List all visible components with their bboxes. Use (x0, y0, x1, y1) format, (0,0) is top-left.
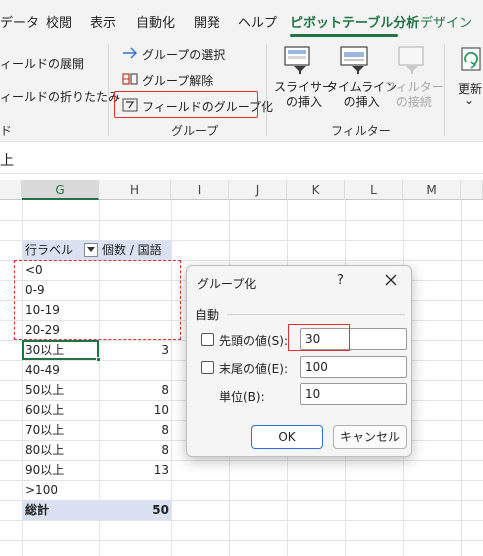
tab-review[interactable]: 校閲 (46, 12, 72, 31)
pivot-row-value[interactable]: 10 (99, 400, 169, 420)
ending-at-checkbox[interactable] (201, 361, 214, 374)
pivot-row-label[interactable]: 40-49 (25, 360, 60, 380)
pivot-row-label-header: 行ラベル (25, 243, 74, 257)
dialog-title: グループ化 (197, 277, 257, 291)
pivot-row-label[interactable]: 50以上 (25, 380, 64, 400)
arrow-right-icon (122, 46, 138, 63)
gridline (171, 200, 172, 556)
active-tab-indicator (290, 34, 398, 37)
gridline (0, 220, 483, 221)
gridline (461, 200, 462, 556)
tab-help[interactable]: ヘルプ (238, 12, 277, 31)
starting-at-highlight (288, 324, 350, 351)
ok-button[interactable]: OK (251, 425, 323, 449)
column-header-h[interactable]: H (99, 180, 171, 200)
ribbon-separator (444, 44, 445, 136)
column-header-m[interactable]: M (403, 180, 461, 200)
cancel-button[interactable]: キャンセル (333, 425, 407, 449)
pivot-total-value: 50 (152, 503, 169, 517)
column-header-i[interactable]: I (171, 180, 229, 200)
pivot-row-value[interactable]: 13 (99, 460, 169, 480)
column-header-k[interactable]: K (287, 180, 345, 200)
active-field-group-label: ド (0, 124, 13, 138)
pivot-row-value[interactable]: 8 (99, 380, 169, 400)
selected-range-marquee (14, 260, 181, 340)
by-label: 単位(B): (219, 390, 265, 404)
help-button[interactable]: ? (337, 273, 344, 288)
refresh-dropdown-arrow[interactable]: ⌄ (464, 93, 474, 107)
collapse-field-button[interactable]: ィールドの折りたたみ (0, 88, 120, 105)
pivot-value-header: 個数 / 国語 (102, 243, 162, 257)
active-cell-cursor[interactable] (22, 340, 99, 360)
gridline (0, 480, 483, 481)
column-header-l[interactable]: L (345, 180, 403, 200)
pivot-row-label[interactable]: 90以上 (25, 460, 64, 480)
section-divider (227, 314, 405, 315)
gridline (0, 520, 483, 521)
gridline (0, 460, 483, 461)
formula-bar-text: 上 (0, 153, 14, 169)
formula-bar[interactable] (0, 146, 483, 174)
ending-at-input[interactable]: 100 (300, 356, 407, 378)
ribbon-separator (266, 44, 267, 136)
tab-view[interactable]: 表示 (90, 12, 116, 31)
tab-design[interactable]: デザイン (420, 12, 472, 31)
pivot-row-value[interactable]: 8 (99, 420, 169, 440)
tab-developer[interactable]: 開発 (194, 12, 220, 31)
tab-data[interactable]: データ (0, 12, 39, 31)
insert-slicer-button[interactable]: スライサー の挿入 (274, 80, 334, 110)
column-header-g[interactable]: G (22, 180, 99, 200)
refresh-icon (458, 46, 482, 77)
grouping-dialog: グループ化 ? 自動 先頭の値(S): 30 末尾の値(E): 100 単位(B… (186, 265, 412, 457)
gridline (0, 540, 483, 541)
filter-connections-button[interactable]: フィルター の接続 (384, 80, 444, 110)
starting-at-label: 先頭の値(S): (219, 334, 289, 348)
ungroup-button[interactable]: グループ解除 (142, 72, 213, 89)
column-header-partial (461, 180, 483, 200)
pivot-row-value[interactable]: 8 (99, 440, 169, 460)
timeline-icon (340, 46, 368, 77)
chevron-down-icon (87, 247, 95, 252)
pivot-row-label[interactable]: >100 (25, 480, 58, 500)
pivot-row-label[interactable]: 80以上 (25, 440, 64, 460)
column-header-partial (0, 180, 22, 200)
group-section-label: グループ (171, 124, 219, 138)
close-icon (385, 274, 397, 286)
group-field-highlight (114, 91, 258, 118)
ungroup-icon (122, 72, 138, 89)
filter-connections-icon (398, 46, 424, 77)
filter-section-label: フィルター (331, 124, 391, 138)
slicer-icon (284, 46, 310, 77)
tab-pivottable-analyze[interactable]: ピボットテーブル分析 (290, 12, 419, 31)
expand-field-button[interactable]: ィールドの展開 (0, 55, 84, 72)
ribbon-tab-bar: データ 校閲 表示 自動化 開発 ヘルプ ピボットテーブル分析 デザイン (0, 0, 483, 38)
tab-automate[interactable]: 自動化 (136, 12, 175, 31)
column-header-j[interactable]: J (229, 180, 287, 200)
by-input[interactable]: 10 (300, 383, 407, 405)
pivot-total-label: 総計 (25, 503, 50, 517)
fill-handle[interactable] (96, 357, 101, 362)
ribbon-separator (108, 44, 109, 136)
auto-section-label: 自動 (195, 308, 220, 322)
group-selection-button[interactable]: グループの選択 (142, 46, 225, 63)
row-label-filter-dropdown[interactable] (84, 243, 98, 257)
pivot-row-label[interactable]: 60以上 (25, 400, 64, 420)
pivot-row-label[interactable]: 70以上 (25, 420, 64, 440)
starting-at-checkbox[interactable] (201, 333, 214, 346)
pivot-row-value[interactable]: 3 (99, 340, 169, 360)
ending-at-label: 末尾の値(E): (219, 362, 288, 376)
close-button[interactable] (381, 270, 401, 290)
